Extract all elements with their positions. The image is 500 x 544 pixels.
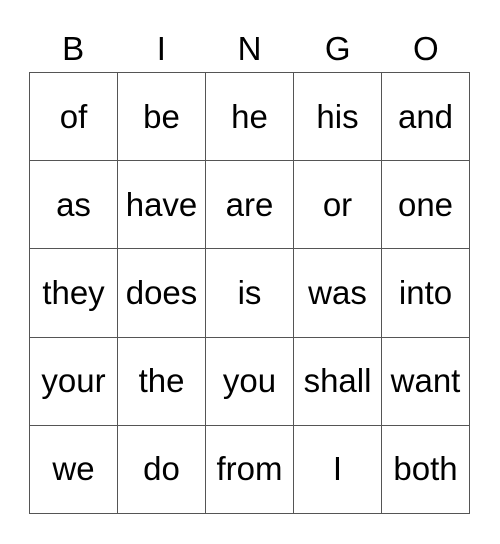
bingo-cell[interactable]: as bbox=[30, 161, 118, 250]
bingo-cell[interactable]: be bbox=[118, 73, 206, 162]
bingo-cell[interactable]: does bbox=[118, 249, 206, 338]
bingo-cell[interactable]: they bbox=[30, 249, 118, 338]
header-letter-i: I bbox=[156, 30, 166, 67]
bingo-cell[interactable]: want bbox=[382, 337, 470, 426]
bingo-cell[interactable]: are bbox=[206, 161, 294, 250]
bingo-grid: of be he his and as have are or one they… bbox=[29, 72, 470, 514]
bingo-cell[interactable]: his bbox=[294, 73, 382, 162]
bingo-cell[interactable]: the bbox=[118, 337, 206, 426]
header-letter-g: G bbox=[324, 30, 351, 67]
bingo-cell[interactable]: of bbox=[30, 73, 118, 162]
bingo-cell[interactable]: I bbox=[294, 425, 382, 514]
bingo-header: B I N G O bbox=[29, 26, 470, 72]
bingo-cell[interactable]: you bbox=[206, 337, 294, 426]
bingo-cell[interactable]: do bbox=[118, 425, 206, 514]
bingo-cell[interactable]: was bbox=[294, 249, 382, 338]
header-letter-o: O bbox=[413, 30, 439, 67]
bingo-cell[interactable]: we bbox=[30, 425, 118, 514]
bingo-cell[interactable]: he bbox=[206, 73, 294, 162]
bingo-cell[interactable]: into bbox=[382, 249, 470, 338]
bingo-cell[interactable]: one bbox=[382, 161, 470, 250]
header-letter-b: B bbox=[62, 30, 85, 67]
bingo-cell[interactable]: shall bbox=[294, 337, 382, 426]
bingo-cell[interactable]: or bbox=[294, 161, 382, 250]
bingo-cell[interactable]: have bbox=[118, 161, 206, 250]
bingo-cell[interactable]: both bbox=[382, 425, 470, 514]
bingo-cell[interactable]: is bbox=[206, 249, 294, 338]
bingo-cell[interactable]: your bbox=[30, 337, 118, 426]
bingo-cell[interactable]: from bbox=[206, 425, 294, 514]
bingo-cell[interactable]: and bbox=[382, 73, 470, 162]
header-letter-n: N bbox=[237, 30, 262, 67]
